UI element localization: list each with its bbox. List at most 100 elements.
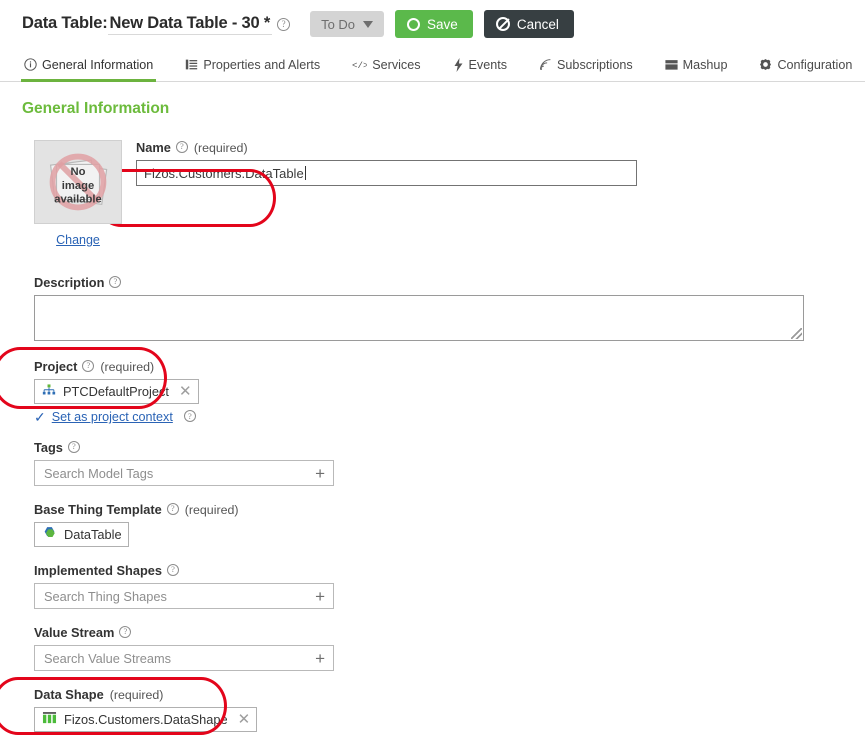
no-image-placeholder[interactable]: No image available: [34, 140, 122, 224]
implemented-shapes-label-row: Implemented Shapes ?: [34, 563, 865, 578]
project-chip-label: PTCDefaultProject: [63, 384, 169, 399]
project-chip[interactable]: PTCDefaultProject ✕: [34, 379, 199, 404]
title-prefix: Data Table:: [22, 14, 108, 33]
tab-subscriptions[interactable]: Subscriptions: [539, 48, 647, 81]
base-thing-template-chip[interactable]: DataTable: [34, 522, 129, 547]
tab-label: Mashup: [683, 58, 728, 72]
tab-configuration[interactable]: Configuration: [759, 48, 865, 81]
project-label: Project: [34, 359, 77, 374]
title-editable-field[interactable]: New Data Table - 30 *: [108, 14, 273, 35]
data-shape-icon: [42, 711, 57, 728]
no-image-icon: No image available: [35, 140, 121, 224]
tab-label: Services: [372, 58, 420, 72]
data-shape-label: Data Shape: [34, 687, 104, 702]
implemented-shapes-placeholder: Search Thing Shapes: [44, 589, 167, 604]
section-heading: General Information: [0, 100, 865, 118]
project-label-row: Project ? (required): [34, 359, 865, 374]
check-icon: ✓: [34, 410, 46, 424]
tab-label: Properties and Alerts: [203, 58, 320, 72]
change-image-link[interactable]: Change: [56, 233, 100, 247]
base-thing-template-group: Base Thing Template ? (required) DataTab…: [34, 502, 865, 547]
description-label: Description: [34, 275, 104, 290]
tab-general-information[interactable]: General Information: [24, 48, 167, 81]
implemented-shapes-search-input[interactable]: Search Thing Shapes +: [34, 583, 334, 609]
help-icon[interactable]: ?: [167, 564, 179, 576]
rss-icon: [539, 58, 552, 71]
tab-label: Events: [469, 58, 508, 72]
close-icon[interactable]: ✕: [179, 384, 192, 399]
image-caption: Change: [34, 231, 122, 249]
name-field-group: Name ? (required) Fizos.Customers.DataTa…: [136, 140, 865, 186]
data-shape-required-note: (required): [110, 688, 164, 702]
description-field-group: Description ?: [34, 275, 865, 341]
project-required-note: (required): [100, 360, 154, 374]
implemented-shapes-label: Implemented Shapes: [34, 563, 162, 578]
status-dropdown-button[interactable]: To Do: [310, 11, 384, 37]
close-icon[interactable]: ✕: [238, 712, 251, 727]
help-icon[interactable]: ?: [167, 503, 179, 515]
help-icon[interactable]: ?: [176, 141, 188, 153]
gear-icon: [759, 58, 772, 71]
chevron-down-icon: [363, 21, 373, 28]
set-project-context-link[interactable]: Set as project context: [52, 410, 173, 424]
data-shape-chip[interactable]: Fizos.Customers.DataShape ✕: [34, 707, 257, 732]
save-button[interactable]: Save: [395, 10, 473, 38]
data-shape-group: Data Shape (required) Fizos.Customers.Da…: [34, 687, 865, 732]
bolt-icon: [453, 58, 464, 72]
plus-icon[interactable]: +: [315, 650, 325, 667]
help-icon[interactable]: ?: [68, 441, 80, 453]
layout-icon: [665, 59, 678, 71]
value-stream-group: Value Stream ? Search Value Streams +: [34, 625, 865, 671]
code-icon: </>: [352, 58, 367, 71]
base-thing-template-label-row: Base Thing Template ? (required): [34, 502, 865, 517]
base-thing-template-required-note: (required): [185, 503, 239, 517]
implemented-shapes-group: Implemented Shapes ? Search Thing Shapes…: [34, 563, 865, 609]
page-body: General Information No: [0, 82, 865, 732]
data-shape-label-row: Data Shape (required): [34, 687, 865, 702]
description-label-row: Description ?: [34, 275, 865, 290]
tab-label: Configuration: [777, 58, 852, 72]
cancel-button-label: Cancel: [517, 17, 559, 32]
tab-mashup[interactable]: Mashup: [665, 48, 742, 81]
data-shape-chip-label: Fizos.Customers.DataShape: [64, 712, 228, 727]
tab-events[interactable]: Events: [453, 48, 522, 81]
tags-label-row: Tags ?: [34, 440, 865, 455]
value-stream-search-input[interactable]: Search Value Streams +: [34, 645, 334, 671]
ban-icon: [496, 17, 510, 31]
cancel-button[interactable]: Cancel: [484, 10, 574, 38]
tags-field-group: Tags ? Search Model Tags +: [34, 440, 865, 486]
help-icon[interactable]: ?: [184, 410, 196, 422]
tab-services[interactable]: </> Services: [352, 48, 434, 81]
tags-label: Tags: [34, 440, 63, 455]
page-title: Data Table: New Data Table - 30 * ?: [22, 14, 290, 35]
value-stream-placeholder: Search Value Streams: [44, 651, 171, 666]
image-and-name-row: No image available Change Name ? (requir…: [34, 140, 865, 249]
general-information-form: No image available Change Name ? (requir…: [0, 140, 865, 732]
tab-label: General Information: [42, 58, 153, 72]
entity-image-block: No image available Change: [34, 140, 122, 249]
help-icon[interactable]: ?: [82, 360, 94, 372]
tags-search-input[interactable]: Search Model Tags +: [34, 460, 334, 486]
name-input[interactable]: Fizos.Customers.DataTable: [136, 160, 637, 186]
text-caret: [305, 166, 306, 180]
name-input-value: Fizos.Customers.DataTable: [144, 166, 304, 181]
base-thing-template-chip-label: DataTable: [64, 527, 122, 542]
help-icon[interactable]: ?: [277, 18, 290, 31]
tab-properties-and-alerts[interactable]: Properties and Alerts: [185, 48, 334, 81]
thing-template-icon: [42, 526, 57, 543]
resize-handle[interactable]: [791, 328, 802, 339]
description-textarea[interactable]: [34, 295, 804, 341]
header-actions: To Do Save Cancel: [310, 10, 574, 38]
project-field-group: Project ? (required) PTCDefaultProject ✕…: [34, 359, 865, 424]
plus-icon[interactable]: +: [315, 588, 325, 605]
set-project-context-row[interactable]: ✓ Set as project context ?: [34, 410, 865, 424]
page-header: Data Table: New Data Table - 30 * ? To D…: [0, 0, 865, 48]
value-stream-label-row: Value Stream ?: [34, 625, 865, 640]
help-icon[interactable]: ?: [119, 626, 131, 638]
tab-bar: General Information Properties and Alert…: [0, 48, 865, 82]
circle-icon: [407, 18, 420, 31]
help-icon[interactable]: ?: [109, 276, 121, 288]
status-dropdown-label: To Do: [321, 17, 355, 32]
tags-placeholder: Search Model Tags: [44, 466, 153, 481]
plus-icon[interactable]: +: [315, 465, 325, 482]
